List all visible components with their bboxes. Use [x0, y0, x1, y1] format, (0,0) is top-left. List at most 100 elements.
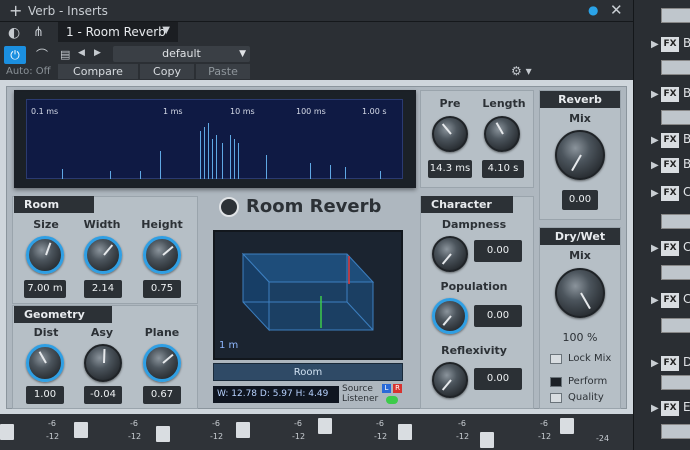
browser-item[interactable]: ▶ FX B: [634, 155, 690, 181]
browser-item[interactable]: ▶ FX B: [634, 84, 690, 110]
preset-slot-select[interactable]: 1 - Room Reverb ▼: [58, 22, 178, 42]
reflexivity-knob[interactable]: [432, 362, 468, 398]
population-value[interactable]: 0.00: [474, 305, 522, 327]
fader-handle[interactable]: [156, 426, 170, 442]
fader-handle[interactable]: [398, 424, 412, 440]
routing-icon[interactable]: ⋔: [33, 25, 44, 40]
fx-badge: FX: [661, 186, 679, 201]
dampness-knob[interactable]: [432, 236, 468, 272]
width-knob[interactable]: [84, 236, 122, 274]
gear-icon[interactable]: ⚙ ▾: [511, 64, 532, 78]
browser-item[interactable]: ▶ FX C: [634, 238, 690, 264]
browser-item[interactable]: ▶ FX C: [634, 290, 690, 316]
pin-icon[interactable]: ●: [588, 3, 598, 17]
chevron-right-icon: ▶: [651, 135, 659, 146]
browser-item[interactable]: ▶ FX C: [634, 183, 690, 209]
browser-item[interactable]: ▶ FX B: [634, 130, 690, 156]
compare-button[interactable]: Compare: [58, 64, 138, 79]
arrow-right-icon[interactable]: ▶: [94, 48, 101, 58]
fader-handle[interactable]: [560, 418, 574, 434]
perform-label: Perform: [568, 376, 608, 387]
chevron-right-icon: ▶: [651, 89, 659, 100]
size-value[interactable]: 7.00 m: [24, 280, 66, 298]
browser-item[interactable]: ▶ FX E: [634, 398, 690, 424]
browser-item[interactable]: ▶ FX B: [634, 34, 690, 60]
bypass-button[interactable]: ⌒: [31, 46, 53, 64]
meter-mark: -6: [294, 419, 302, 428]
height-knob[interactable]: [143, 236, 181, 274]
fader-handle[interactable]: [480, 432, 494, 448]
impulse-line: [212, 139, 213, 179]
perform-radio[interactable]: [550, 377, 562, 387]
height-value[interactable]: 0.75: [143, 280, 181, 298]
listener-toggle[interactable]: [386, 396, 398, 404]
asy-knob[interactable]: [84, 344, 122, 382]
drywet-mix-knob[interactable]: [555, 268, 605, 318]
browser-item-label: C: [683, 292, 690, 306]
preset-file-icon[interactable]: ▤: [60, 48, 70, 61]
lock-mix-checkbox[interactable]: [550, 354, 562, 364]
pre-value[interactable]: 14.3 ms: [428, 160, 472, 178]
plugin-thumbnail[interactable]: [661, 375, 690, 390]
chevron-right-icon: ▶: [651, 403, 659, 414]
width-value[interactable]: 2.14: [84, 280, 122, 298]
reverb-mix-value[interactable]: 0.00: [562, 190, 598, 210]
asy-value[interactable]: -0.04: [84, 386, 122, 404]
fader-handle[interactable]: [0, 424, 14, 440]
length-label: Length: [482, 97, 526, 110]
meter-mark: -12: [46, 432, 60, 441]
plugin-thumbnail[interactable]: [661, 8, 690, 23]
chevron-right-icon: ▶: [651, 295, 659, 306]
population-knob[interactable]: [432, 298, 468, 334]
impulse-line: [330, 165, 331, 179]
plus-icon[interactable]: +: [9, 1, 22, 20]
fader-handle[interactable]: [236, 422, 250, 438]
reset-icon[interactable]: ◐: [8, 25, 20, 41]
drywet-mix-value[interactable]: 100 %: [555, 331, 605, 344]
dist-value[interactable]: 1.00: [26, 386, 64, 404]
power-button[interactable]: ⏻: [4, 46, 26, 64]
room-view-button[interactable]: Room: [213, 363, 403, 381]
plane-value[interactable]: 0.67: [143, 386, 181, 404]
dampness-value[interactable]: 0.00: [474, 240, 522, 262]
room-box-drawing: [241, 252, 375, 332]
automation-mode[interactable]: Auto: Off: [6, 66, 51, 77]
dist-knob[interactable]: [26, 344, 64, 382]
quality-radio[interactable]: [550, 393, 562, 403]
source-l-button[interactable]: L: [382, 384, 391, 393]
plugin-thumbnail[interactable]: [661, 424, 690, 439]
meter-mark: -24: [596, 434, 610, 443]
size-knob[interactable]: [26, 236, 64, 274]
browser-item-label: E: [683, 400, 690, 414]
preset-name-select[interactable]: default ▼: [113, 46, 250, 62]
room-3d-view[interactable]: 1 m: [213, 230, 403, 360]
impulse-line: [204, 127, 205, 179]
reflexivity-value[interactable]: 0.00: [474, 368, 522, 390]
plugin-thumbnail[interactable]: [661, 60, 690, 75]
plugin-thumbnail[interactable]: [661, 265, 690, 280]
fader-handle[interactable]: [318, 418, 332, 434]
plane-knob[interactable]: [143, 344, 181, 382]
room-dimensions: W: 12.78 D: 5.97 H: 4.49: [213, 386, 339, 403]
quality-label: Quality: [568, 392, 604, 403]
source-r-button[interactable]: R: [393, 384, 402, 393]
chevron-right-icon: ▶: [651, 188, 659, 199]
length-knob[interactable]: [484, 116, 520, 152]
paste-button[interactable]: Paste: [196, 64, 250, 79]
meter-mark: -12: [374, 432, 388, 441]
length-value[interactable]: 4.10 s: [482, 160, 524, 178]
impulse-line: [110, 171, 111, 179]
meter-mark: -6: [48, 419, 56, 428]
arrow-left-icon[interactable]: ◀: [78, 48, 85, 58]
listener-label: Listener: [342, 394, 379, 404]
plugin-thumbnail[interactable]: [661, 110, 690, 125]
fader-handle[interactable]: [74, 422, 88, 438]
close-icon[interactable]: ✕: [610, 1, 623, 19]
plugin-thumbnail[interactable]: [661, 318, 690, 333]
copy-button[interactable]: Copy: [140, 64, 194, 79]
plugin-thumbnail[interactable]: [661, 214, 690, 229]
brand: Room Reverb: [213, 194, 396, 220]
impulse-graph: [26, 99, 403, 179]
reverb-mix-knob[interactable]: [555, 130, 605, 180]
pre-knob[interactable]: [432, 116, 468, 152]
